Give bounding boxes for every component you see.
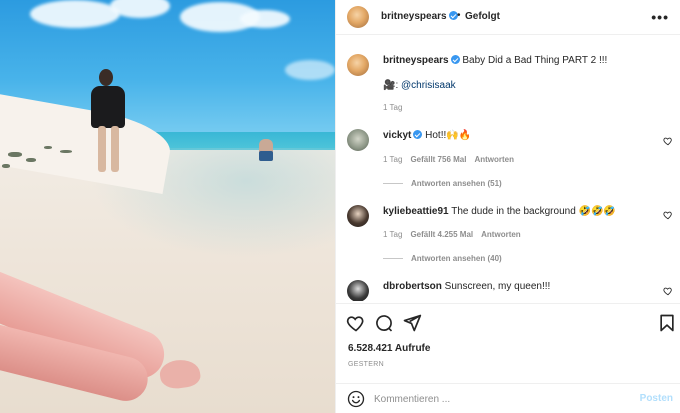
video-seaweed [60,150,72,153]
caption-author-avatar[interactable] [347,54,369,76]
video-seaweed [2,164,10,168]
comment-username[interactable]: kyliebeattie91 [383,206,449,217]
video-cloud [30,0,120,28]
follow-status-button[interactable]: Gefolgt [465,11,500,22]
view-replies-button[interactable]: Antworten ansehen (51) [383,179,502,188]
post-video[interactable] [0,0,335,413]
comment-text: kyliebeattie91 The dude in the backgroun… [383,205,616,218]
comment-body: The dude in the background 🤣🤣🤣 [451,206,616,217]
save-bookmark-icon[interactable] [657,313,677,333]
post-comment-button[interactable]: Posten [640,393,673,404]
verified-badge-icon [413,130,423,139]
comment-like-heart-icon[interactable] [663,210,673,220]
video-cloud [285,60,335,80]
view-count[interactable]: 6.528.421 Aufrufe [348,343,430,354]
author-username-text[interactable]: britneyspears [381,11,447,22]
camera-emoji: 🎥 [383,80,396,91]
post-side-panel: britneyspears • Gefolgt ••• britneyspear… [335,0,680,413]
video-person-leg [98,126,106,172]
comment-like-heart-icon[interactable] [663,286,673,296]
comment-meta: 1 Tag Gefällt 756 Mal Antworten [383,155,522,164]
post-timestamp[interactable]: GESTERN [348,361,384,368]
comment-reply-button[interactable]: Antworten [474,155,514,164]
emoji-picker-icon[interactable] [347,390,365,408]
header-separator: • [457,10,461,21]
verified-badge-icon [450,55,460,64]
view-replies-button[interactable]: Antworten ansehen (40) [383,254,502,263]
caption-text: britneyspears Baby Did a Bad Thing PART … [383,54,607,67]
comment-body: Sunscreen, my queen!!! [444,281,551,292]
video-seaweed [26,158,36,162]
comment-avatar[interactable] [347,129,369,151]
comment-username[interactable]: dbrobertson [383,281,442,292]
replies-divider [383,258,403,260]
more-options-icon[interactable]: ••• [651,9,669,25]
view-replies-label[interactable]: Antworten ansehen (51) [411,179,502,188]
comment-avatar[interactable] [347,205,369,227]
video-background-person-shorts [259,151,273,161]
share-paper-plane-icon[interactable] [402,313,422,333]
caption-credit: 🎥: @chrisisaak [383,80,456,91]
video-person-leg [111,126,119,172]
video-seaweed [44,146,52,149]
video-cloud [240,10,290,28]
caption-username[interactable]: britneyspears [383,55,449,66]
credit-mention-link[interactable]: @chrisisaak [401,80,456,91]
comment-text: dbrobertson Sunscreen, my queen!!! [383,280,550,293]
video-person-body [91,86,125,128]
comment-input[interactable] [374,391,624,407]
comment-avatar[interactable] [347,280,369,301]
view-replies-label[interactable]: Antworten ansehen (40) [411,254,502,263]
comment-likes-link[interactable]: Gefällt 4.255 Mal [410,230,473,239]
comment-meta: 1 Tag Gefällt 4.255 Mal Antworten [383,230,529,239]
caption-age-text: 1 Tag [383,103,403,112]
comment-body: Hot!!🙌🔥 [425,130,472,141]
caption-age: 1 Tag [383,103,410,112]
video-seaweed [8,152,22,157]
comment-reply-button[interactable]: Antworten [481,230,521,239]
post-actions: 6.528.421 Aufrufe GESTERN [336,303,680,393]
comment-bubble-icon[interactable] [374,313,394,333]
comment-age: 1 Tag [383,230,403,239]
comment-username[interactable]: vickyt [383,130,411,141]
comment-text: vickyt Hot!!🙌🔥 [383,129,471,142]
add-comment-bar: Posten [336,383,680,413]
like-heart-icon[interactable] [346,313,366,333]
caption-body: Baby Did a Bad Thing PART 2 !!! [462,55,608,66]
instagram-post-modal: britneyspears • Gefolgt ••• britneyspear… [0,0,680,413]
comment-age: 1 Tag [383,155,403,164]
comment-likes-link[interactable]: Gefällt 756 Mal [410,155,466,164]
replies-divider [383,183,403,185]
video-person-head [99,69,113,86]
author-username[interactable]: britneyspears [381,11,458,22]
comments-list[interactable]: britneyspears Baby Did a Bad Thing PART … [336,36,680,301]
author-avatar[interactable] [347,6,369,28]
post-header: britneyspears • Gefolgt ••• [336,0,680,35]
comment-like-heart-icon[interactable] [663,136,673,146]
